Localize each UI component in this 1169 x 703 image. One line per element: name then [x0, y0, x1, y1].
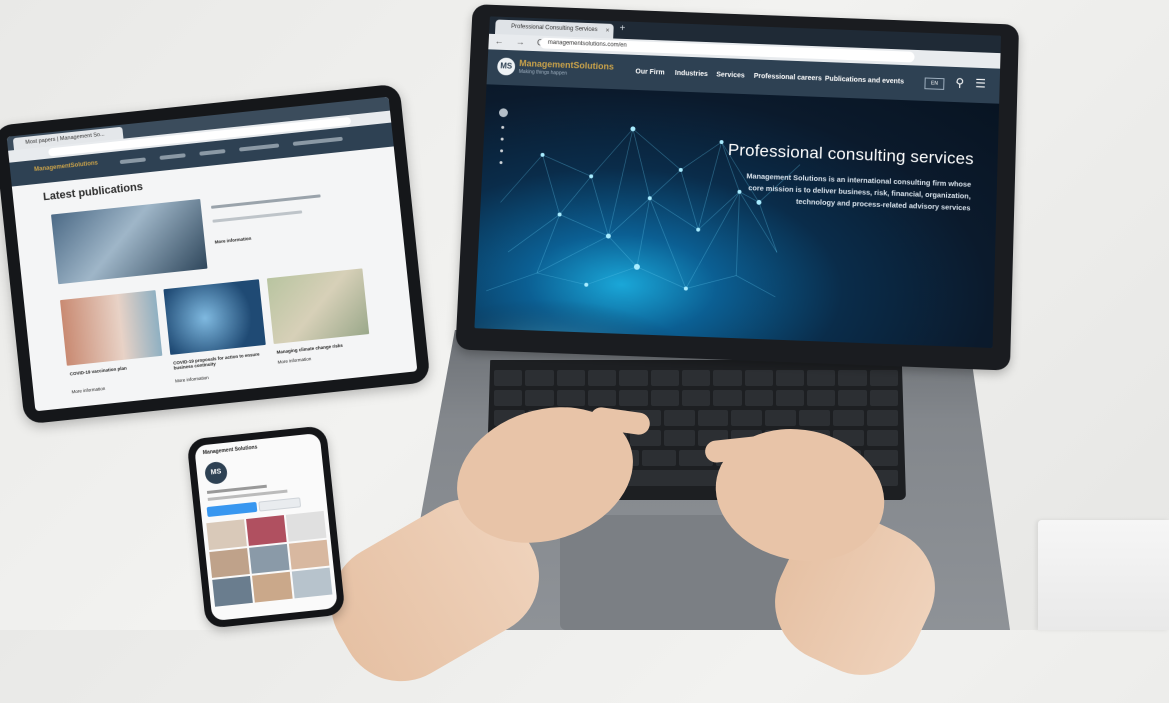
hero-banner: Professional consulting services Managem… [474, 84, 1000, 349]
network-globe-graphic [474, 84, 999, 349]
featured-publication-desc-line [212, 210, 303, 223]
smartphone: Management Solutions MS [186, 425, 346, 629]
tablet-screen: Most papers | Management So... Managemen… [6, 96, 418, 412]
follow-button[interactable] [206, 501, 258, 518]
profile-avatar[interactable]: MS [203, 460, 229, 486]
ms-logo-icon[interactable]: MS [496, 57, 516, 76]
message-button[interactable] [258, 497, 302, 512]
card-image-covid-vaccine[interactable] [59, 290, 163, 366]
tablet-nav-item[interactable] [292, 136, 343, 146]
tablet: Most papers | Management So... Managemen… [0, 83, 431, 425]
card-more-info-link[interactable]: More information [277, 356, 311, 365]
search-icon[interactable]: ⚲ [955, 76, 964, 90]
laptop-lid: Professional Consulting Services × + ← →… [455, 4, 1020, 371]
tablet-nav-item[interactable] [159, 153, 186, 160]
card-image-covid-business[interactable] [163, 279, 266, 355]
photo-grid [206, 510, 333, 607]
new-tab-icon[interactable]: + [619, 23, 625, 34]
close-icon[interactable]: × [605, 24, 610, 39]
card-more-info-link[interactable]: More information [71, 386, 105, 395]
nav-item-industries[interactable]: Industries [675, 70, 708, 78]
card-title-climate[interactable]: Managing climate change risks [276, 343, 343, 355]
nav-item-publications-events[interactable]: Publications and events [825, 76, 904, 86]
featured-publication-title-line [210, 194, 321, 209]
nav-item-services[interactable]: Services [716, 72, 745, 80]
card-title-covid-business[interactable]: COVID-19 proposals for action to ensure … [173, 351, 264, 371]
phone-profile-name: Management Solutions [202, 444, 258, 457]
menu-icon[interactable]: ☰ [975, 76, 986, 90]
card-more-info-link[interactable]: More information [175, 375, 209, 384]
phone-screen: Management Solutions MS [194, 432, 338, 622]
featured-publication-image[interactable] [51, 198, 208, 285]
logo-tagline: Making things happen [518, 68, 568, 77]
tablet-nav-item[interactable] [199, 149, 226, 156]
card-image-climate[interactable] [266, 268, 370, 345]
white-cup [1038, 520, 1169, 630]
nav-item-our-firm[interactable]: Our Firm [635, 68, 664, 76]
featured-more-info-link[interactable]: More information [215, 236, 252, 245]
laptop-screen: Professional Consulting Services × + ← →… [474, 16, 1002, 349]
tablet-logo-name[interactable]: ManagementSolutions [34, 160, 98, 173]
browser-tab-title: Professional Consulting Services [510, 23, 598, 34]
nav-item-professional-careers[interactable]: Professional careers [754, 73, 822, 82]
tablet-nav-item[interactable] [239, 143, 280, 152]
language-selector[interactable]: EN [924, 77, 945, 90]
latest-publications-title: Latest publications [42, 180, 144, 204]
card-title-covid-vaccine[interactable]: COVID-19 vaccination plan [70, 366, 127, 377]
tablet-nav-item[interactable] [119, 157, 146, 165]
